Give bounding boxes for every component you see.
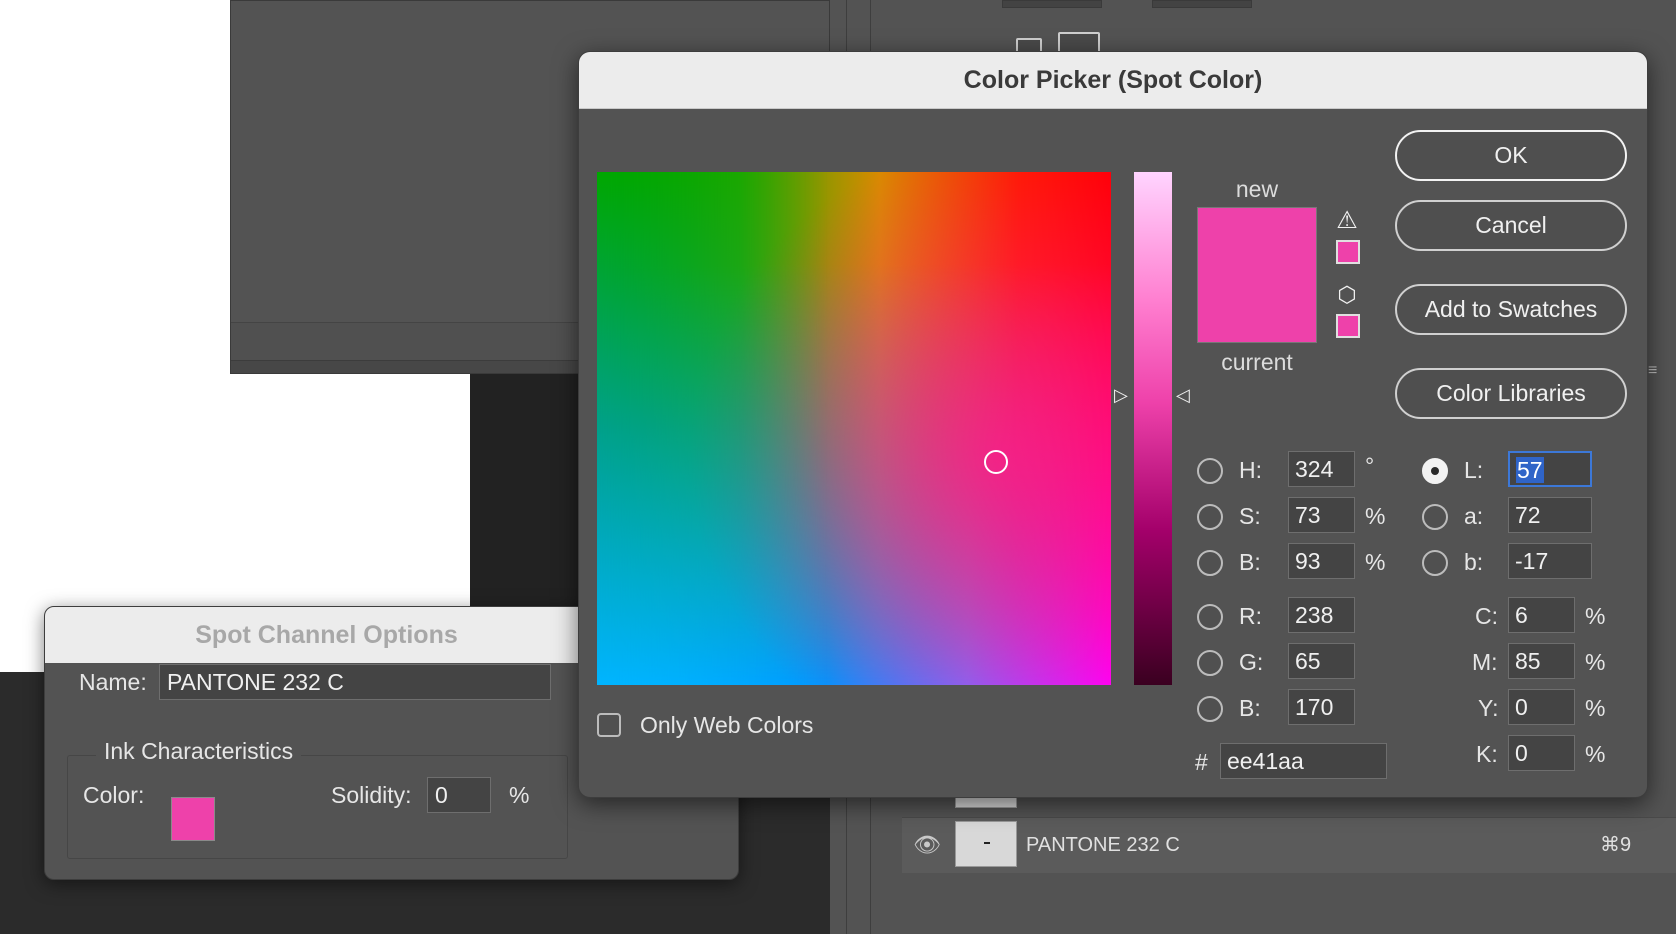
cyan-label: C: (1475, 603, 1498, 629)
radio-blue[interactable] (1197, 696, 1223, 722)
panel-top-field[interactable] (1152, 0, 1252, 8)
hue-label: H: (1239, 457, 1262, 483)
green-field[interactable]: 65 (1288, 643, 1355, 679)
green-label: G: (1239, 649, 1264, 675)
hue-field[interactable]: 324 (1288, 451, 1355, 487)
b-label: b: (1464, 549, 1484, 575)
hue-unit: ° (1365, 453, 1375, 479)
layer-row[interactable] (902, 817, 1676, 873)
cancel-button[interactable]: Cancel (1395, 200, 1627, 251)
yellow-field[interactable]: 0 (1508, 689, 1575, 725)
solidity-unit: % (509, 782, 530, 808)
color-field[interactable] (597, 172, 1111, 685)
current-color-swatch[interactable] (1197, 272, 1317, 343)
black-unit: % (1585, 741, 1606, 767)
radio-b[interactable] (1422, 550, 1448, 576)
color-field-cursor[interactable] (984, 450, 1008, 474)
solidity-label: Solidity: (331, 782, 412, 808)
radio-a[interactable] (1422, 504, 1448, 530)
yellow-unit: % (1585, 695, 1606, 721)
magenta-field[interactable]: 85 (1508, 643, 1575, 679)
brightness-label: B: (1239, 549, 1261, 575)
layer-name: PANTONE 232 C (1026, 834, 1180, 856)
solidity-field[interactable]: 0 (427, 777, 491, 813)
dialog-title: Color Picker (Spot Color) (579, 52, 1647, 109)
panel-top-field[interactable] (1002, 0, 1102, 8)
radio-saturation[interactable] (1197, 504, 1223, 530)
blue-field[interactable]: 170 (1288, 689, 1355, 725)
panel-menu-icon[interactable]: ≡ (1648, 362, 1657, 380)
black-field[interactable]: 0 (1508, 735, 1575, 771)
yellow-label: Y: (1478, 695, 1499, 721)
radio-lightness[interactable] (1422, 458, 1448, 484)
only-web-colors-checkbox[interactable] (597, 713, 621, 737)
eye-icon[interactable]: 👁 (912, 830, 942, 860)
cyan-unit: % (1585, 603, 1606, 629)
a-label: a: (1464, 503, 1484, 529)
brightness-unit: % (1365, 549, 1386, 575)
new-label: new (1235, 176, 1279, 202)
radio-red[interactable] (1197, 604, 1223, 630)
new-color-swatch (1197, 207, 1317, 272)
hex-field[interactable]: ee41aa (1220, 743, 1387, 779)
black-label: K: (1476, 741, 1498, 767)
ink-characteristics-label: Ink Characteristics (96, 738, 302, 765)
saturation-label: S: (1239, 503, 1261, 529)
a-field[interactable]: 72 (1508, 497, 1592, 533)
hex-label: # (1195, 749, 1208, 775)
cyan-field[interactable]: 6 (1508, 597, 1575, 633)
saturation-field[interactable]: 73 (1288, 497, 1355, 533)
ok-button[interactable]: OK (1395, 130, 1627, 181)
web-safe-color-swatch[interactable] (1336, 314, 1360, 338)
ink-color-swatch[interactable] (171, 797, 215, 841)
color-label: Color: (83, 782, 145, 808)
name-field[interactable]: PANTONE 232 C (159, 664, 551, 700)
add-to-swatches-button[interactable]: Add to Swatches (1395, 284, 1627, 335)
gamut-color-swatch[interactable] (1336, 240, 1360, 264)
radio-hue[interactable] (1197, 458, 1223, 484)
radio-green[interactable] (1197, 650, 1223, 676)
slider-handle-right-icon[interactable]: ◁ (1176, 385, 1190, 405)
layer-shortcut: ⌘9 (1600, 834, 1632, 856)
lightness-slider[interactable] (1134, 172, 1172, 685)
magenta-label: M: (1472, 649, 1498, 675)
color-libraries-button[interactable]: Color Libraries (1395, 368, 1627, 419)
name-label: Name: (79, 669, 147, 695)
lightness-field[interactable]: 57 (1508, 451, 1592, 487)
slider-handle-left-icon[interactable]: ▷ (1114, 385, 1128, 405)
web-safe-cube-icon[interactable]: ⬡ (1333, 281, 1361, 309)
blue-label: B: (1239, 695, 1261, 721)
magenta-unit: % (1585, 649, 1606, 675)
red-field[interactable]: 238 (1288, 597, 1355, 633)
current-label: current (1221, 349, 1293, 375)
brightness-field[interactable]: 93 (1288, 543, 1355, 579)
b-field[interactable]: -17 (1508, 543, 1592, 579)
saturation-unit: % (1365, 503, 1386, 529)
lightness-label: L: (1464, 457, 1484, 483)
only-web-colors-label: Only Web Colors (640, 712, 814, 738)
red-label: R: (1239, 603, 1262, 629)
radio-brightness[interactable] (1197, 550, 1223, 576)
out-of-gamut-warning-icon[interactable]: ⚠ (1333, 208, 1361, 234)
layer-thumbnail (955, 821, 1017, 867)
